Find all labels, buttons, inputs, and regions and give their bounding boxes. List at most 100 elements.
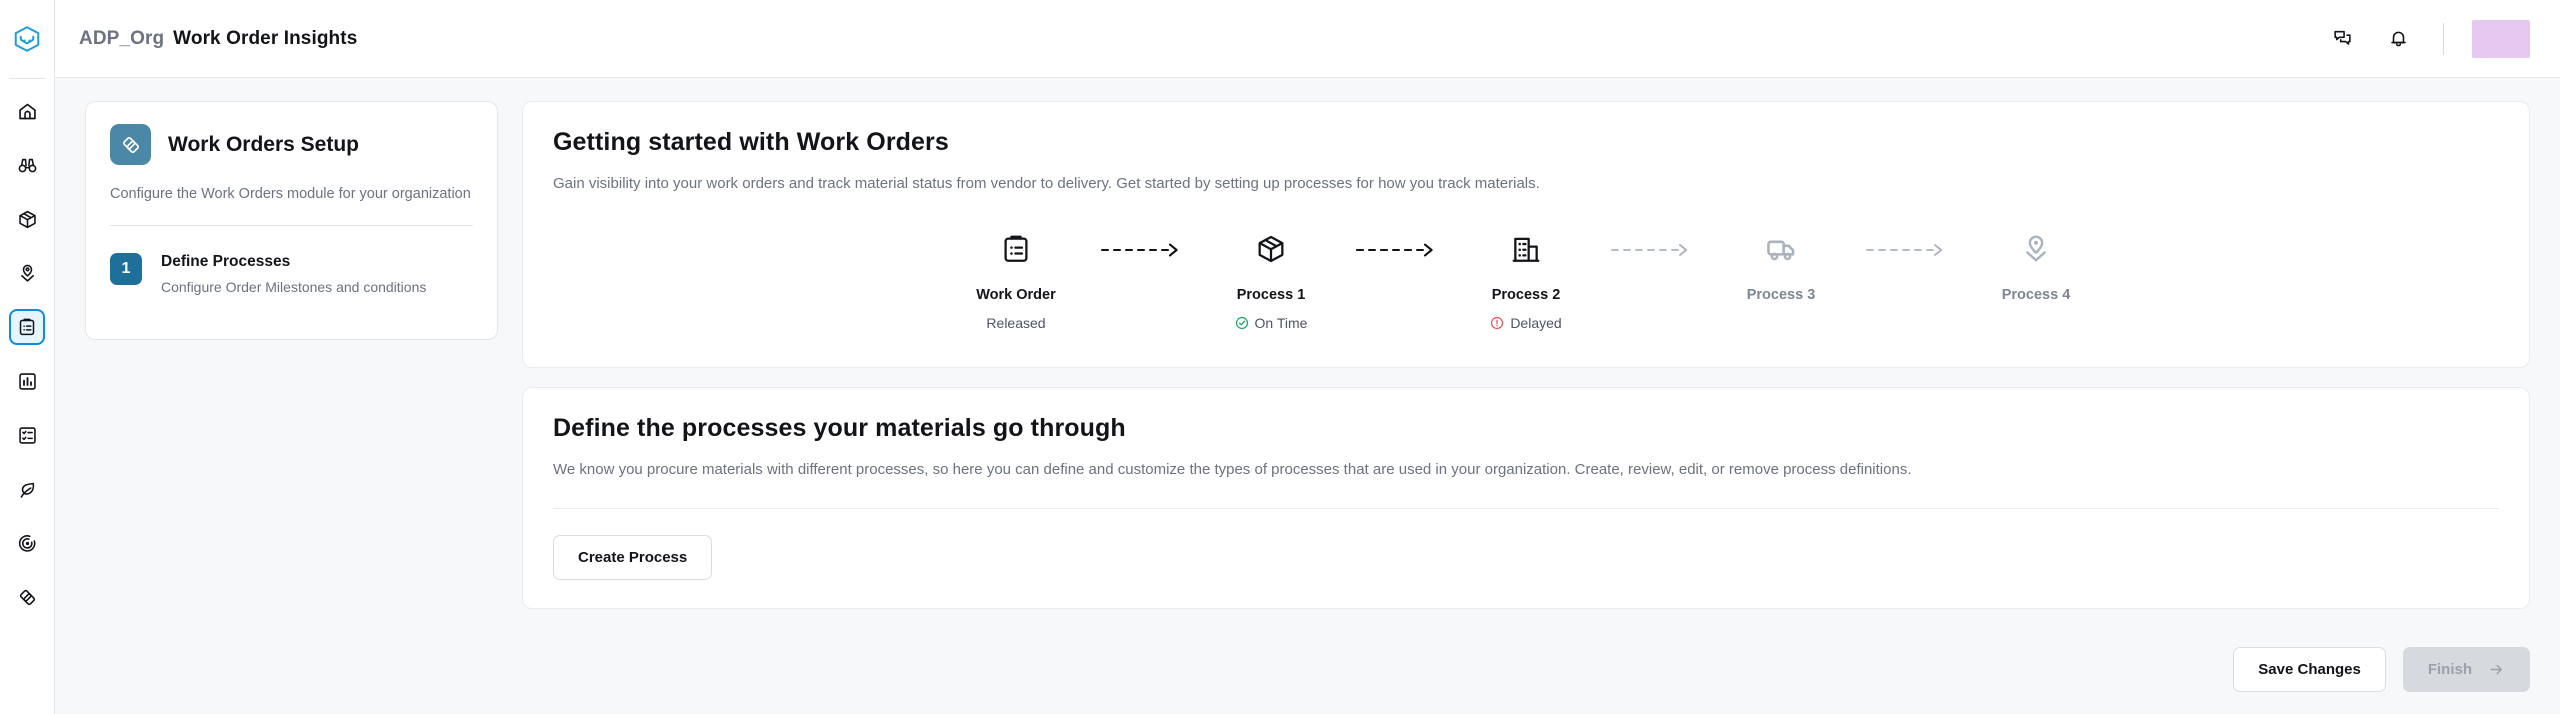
flow-label: Process 4 [2001, 287, 2071, 303]
cube-logo-icon [14, 26, 40, 52]
setup-step-define-processes[interactable]: 1 Define Processes Configure Order Miles… [110, 253, 473, 295]
flow-label: Work Order [976, 287, 1056, 303]
main-content: Getting started with Work Orders Gain vi… [522, 101, 2530, 714]
breadcrumb: ADP_Org Work Order Insights [55, 28, 357, 50]
top-bar-actions [2325, 19, 2560, 58]
define-processes-panel: Define the processes your materials go t… [522, 387, 2530, 609]
sidebar-item-goals[interactable] [9, 525, 45, 561]
finish-button[interactable]: Finish [2402, 646, 2530, 692]
define-processes-divider [553, 508, 2499, 509]
flow-icon-wrap [1510, 226, 1542, 272]
binoculars-icon [18, 158, 36, 172]
step-number: 1 [110, 253, 142, 285]
layers-icon [19, 589, 35, 605]
sidebar-item-discover[interactable] [9, 147, 45, 183]
flow-label: Process 3 [1746, 287, 1816, 303]
org-name: ADP_Org [79, 27, 165, 49]
top-bar-divider [2443, 22, 2444, 55]
package-icon [18, 210, 36, 228]
dashed-arrow-icon [1355, 243, 1433, 257]
footer-actions: Save Changes Finish [2233, 624, 2530, 714]
flow-node-process-1: Process 1 On Time [1196, 226, 1346, 331]
flow-icon-wrap [1000, 226, 1032, 272]
getting-started-panel: Getting started with Work Orders Gain vi… [522, 101, 2530, 368]
flow-icon-wrap [1765, 226, 1797, 272]
sidebar-item-work-orders[interactable] [9, 309, 45, 345]
page-body: Work Orders Setup Configure the Work Ord… [55, 78, 2560, 714]
flow-arrow-1 [1091, 226, 1196, 258]
finish-label: Finish [2427, 660, 2472, 678]
getting-started-description: Gain visibility into your work orders an… [553, 175, 1540, 192]
define-processes-title: Define the processes your materials go t… [553, 414, 1126, 442]
sidebar-items [9, 79, 45, 633]
flow-node-process-3: Process 3 [1706, 226, 1856, 303]
check-circle-icon [1235, 316, 1248, 330]
setup-badge [110, 124, 151, 165]
flow-node-process-2: Process 2 Delayed [1451, 226, 1601, 331]
process-flow-diagram: Work Order Released Process 1 On Time Pr… [553, 226, 2499, 339]
sidebar-item-sustainability[interactable] [9, 471, 45, 507]
flow-status: Released [986, 315, 1045, 331]
getting-started-title: Getting started with Work Orders [553, 128, 949, 156]
sidebar-item-tasks[interactable] [9, 417, 45, 453]
flow-icon-wrap [1255, 226, 1287, 272]
setup-card-header: Work Orders Setup [110, 124, 473, 165]
flow-status: On Time [1235, 315, 1308, 331]
setup-card-divider [110, 225, 473, 226]
app-logo[interactable] [0, 0, 55, 78]
sidebar-item-settings[interactable] [9, 579, 45, 615]
checklist-icon [18, 426, 36, 444]
flow-arrow-4 [1856, 226, 1961, 258]
layers-icon [122, 136, 139, 153]
create-process-wrap: Create Process [553, 535, 2499, 580]
flow-arrow-3 [1601, 226, 1706, 258]
setup-card-title: Work Orders Setup [168, 132, 359, 156]
clipboard-icon [1004, 235, 1028, 262]
clipboard-icon [19, 318, 35, 336]
top-bar: ADP_Org Work Order Insights [55, 0, 2560, 78]
sidebar-item-locations[interactable] [9, 255, 45, 291]
messages-button[interactable] [2325, 22, 2359, 56]
arrow-right-icon [2490, 664, 2502, 674]
notifications-button[interactable] [2381, 22, 2415, 56]
alert-circle-icon [1491, 316, 1504, 330]
flow-status: Delayed [1490, 315, 1562, 331]
flow-node-process-4: Process 4 [1961, 226, 2111, 303]
leaf-icon [20, 482, 34, 498]
bar-chart-icon [18, 372, 36, 390]
flow-status-text: Delayed [1510, 315, 1562, 331]
page-title: Work Order Insights [173, 27, 358, 49]
step-title: Define Processes [161, 253, 291, 270]
truck-icon [1767, 240, 1795, 261]
building-icon [1512, 237, 1540, 262]
location-pin-icon [2026, 235, 2046, 262]
dashed-arrow-icon [1865, 244, 1942, 256]
sidebar-item-home[interactable] [9, 93, 45, 129]
save-changes-button[interactable]: Save Changes [2233, 646, 2386, 692]
sidebar-item-materials[interactable] [9, 201, 45, 237]
flow-arrow-2 [1346, 226, 1451, 258]
dashed-arrow-icon [1100, 243, 1178, 257]
sidebar-rail [0, 0, 55, 714]
avatar[interactable] [2472, 19, 2530, 58]
step-text: Define Processes Configure Order Milesto… [161, 253, 426, 295]
chat-bubbles-icon [2333, 30, 2351, 45]
bell-icon [2390, 31, 2406, 47]
create-process-button[interactable]: Create Process [553, 535, 713, 580]
package-icon [1258, 235, 1284, 263]
flow-node-work-order: Work Order Released [941, 226, 1091, 331]
target-icon [18, 534, 35, 552]
home-icon [18, 103, 36, 119]
flow-label: Process 2 [1491, 287, 1561, 303]
flow-status-text: On Time [1254, 315, 1308, 331]
step-subtitle: Configure Order Milestones and condition… [161, 279, 427, 295]
define-processes-description: We know you procure materials with diffe… [553, 461, 1912, 478]
flow-status-text: Released [986, 315, 1046, 331]
work-orders-setup-card: Work Orders Setup Configure the Work Ord… [85, 101, 498, 340]
flow-icon-wrap [2020, 226, 2052, 272]
flow-label: Process 1 [1236, 287, 1306, 303]
dashed-arrow-icon [1610, 244, 1687, 256]
location-pin-icon [20, 264, 34, 282]
sidebar-item-analytics[interactable] [9, 363, 45, 399]
setup-card-subtitle: Configure the Work Orders module for you… [110, 186, 471, 202]
